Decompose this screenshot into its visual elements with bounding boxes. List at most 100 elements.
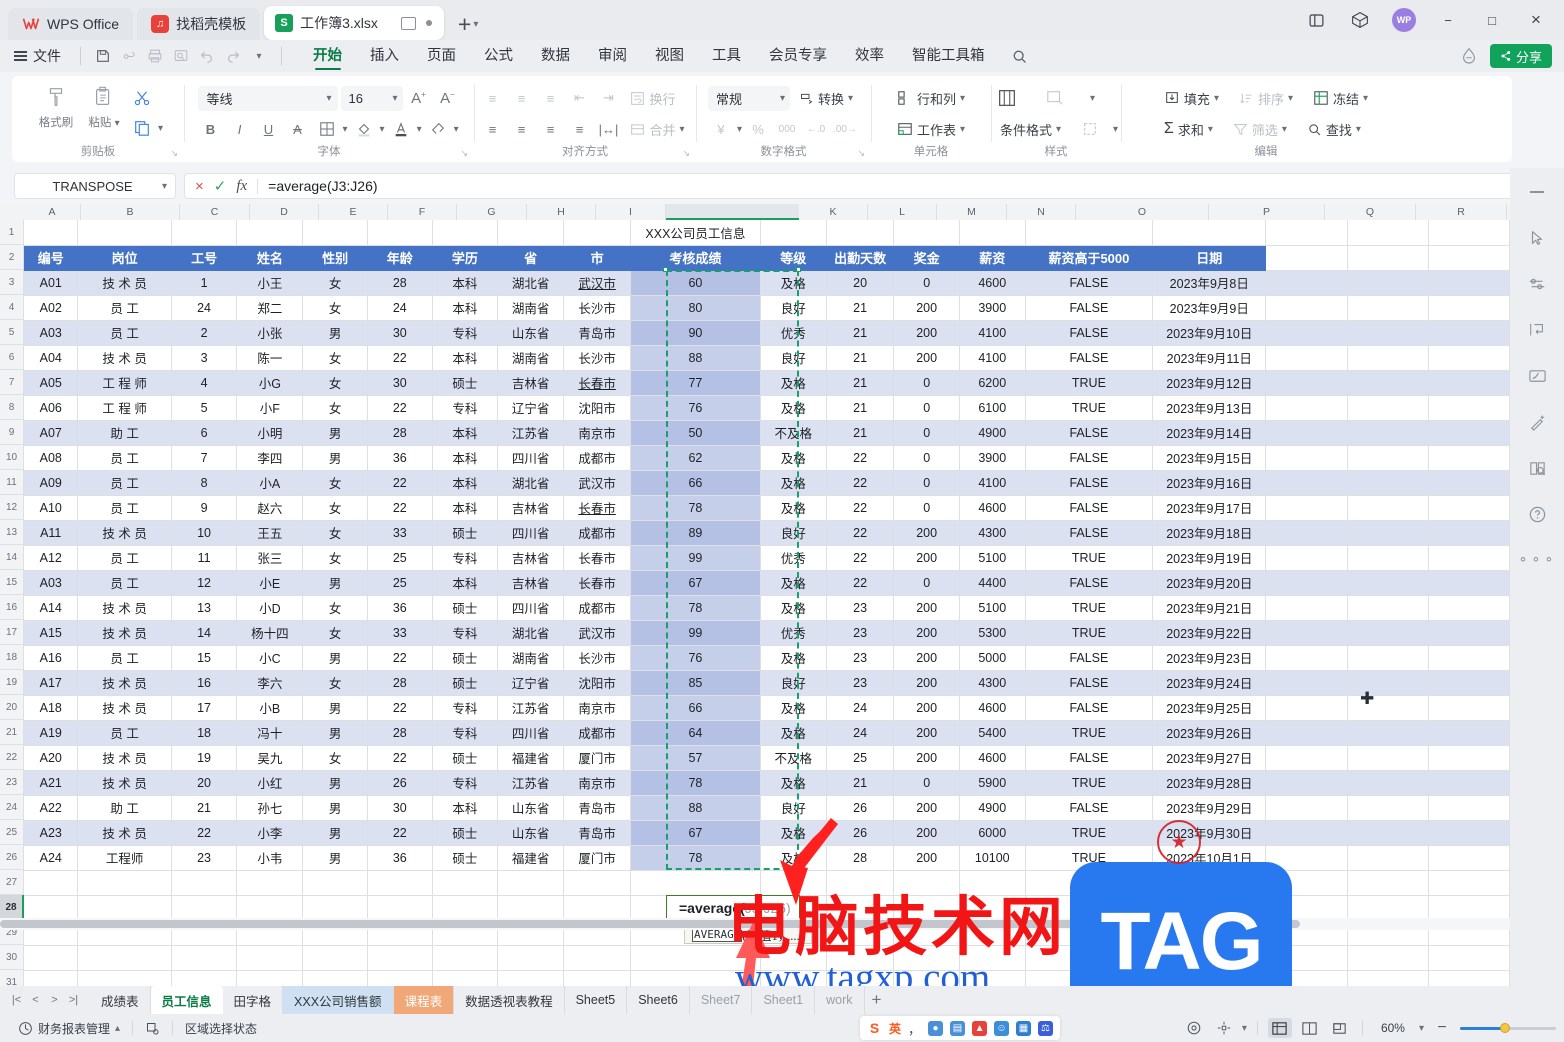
number-expand-icon[interactable]: ↘ <box>857 148 865 159</box>
cell-C24[interactable]: 21 <box>171 795 238 821</box>
cell-M6[interactable]: 200 <box>893 345 960 371</box>
cell-empty[interactable] <box>77 895 172 921</box>
cell-L14[interactable]: 22 <box>826 545 895 571</box>
tab-start[interactable]: 开始 <box>299 40 356 72</box>
cell-F26[interactable]: 36 <box>367 845 433 871</box>
row-header-9[interactable]: 9 <box>0 420 24 445</box>
cell-L21[interactable]: 24 <box>826 720 895 746</box>
percent-icon[interactable]: % <box>745 117 771 141</box>
cell-G6[interactable]: 本科 <box>432 345 499 371</box>
formula-input[interactable]: =average(J3:J26) <box>268 178 377 194</box>
cell-empty[interactable] <box>1428 945 1510 971</box>
cell-C23[interactable]: 20 <box>171 770 238 796</box>
cell-O21[interactable]: TRUE <box>1025 720 1154 746</box>
column-header-D[interactable]: D <box>250 204 319 220</box>
cell-D9[interactable]: 小明 <box>236 420 304 446</box>
column-title-N[interactable]: 薪资 <box>959 245 1026 271</box>
cell-L16[interactable]: 23 <box>826 595 895 621</box>
rows-columns-button[interactable]: 行和列 ▾ <box>891 86 971 111</box>
cell-G23[interactable]: 专科 <box>432 770 499 796</box>
cell-O16[interactable]: TRUE <box>1025 595 1154 621</box>
cell-M4[interactable]: 200 <box>893 295 960 321</box>
cell-G8[interactable]: 专科 <box>432 395 499 421</box>
cell-E4[interactable]: 女 <box>302 295 368 321</box>
cell-empty[interactable] <box>1428 245 1510 271</box>
cell-H9[interactable]: 江苏省 <box>497 420 565 446</box>
fill-color-icon[interactable] <box>351 117 377 141</box>
column-header-F[interactable]: F <box>388 204 457 220</box>
column-header-B[interactable]: B <box>81 204 180 220</box>
cell-O11[interactable]: FALSE <box>1025 470 1154 496</box>
cell-B7[interactable]: 工 程 师 <box>77 370 172 396</box>
selection-handle-top-left[interactable] <box>663 267 668 272</box>
cell-P5[interactable]: 2023年9月10日 <box>1152 320 1267 346</box>
cell-N7[interactable]: 6200 <box>959 370 1026 396</box>
cell-A23[interactable]: A21 <box>24 770 79 796</box>
row-header-15[interactable]: 15 <box>0 570 24 595</box>
cell-L9[interactable]: 21 <box>826 420 895 446</box>
zoom-slider[interactable] <box>1460 1023 1556 1033</box>
cell-H26[interactable]: 福建省 <box>497 845 565 871</box>
cell-H13[interactable]: 四川省 <box>497 520 565 546</box>
cell-E10[interactable]: 男 <box>302 445 368 471</box>
cell-C10[interactable]: 7 <box>171 445 238 471</box>
cell-A18[interactable]: A16 <box>24 645 79 671</box>
tab-insert[interactable]: 插入 <box>356 40 413 72</box>
cell-empty[interactable] <box>367 970 433 986</box>
cell-B24[interactable]: 助 工 <box>77 795 172 821</box>
cell-empty[interactable] <box>1347 720 1429 746</box>
cell-I9[interactable]: 南京市 <box>563 420 631 446</box>
minimize-button[interactable]: − <box>1426 2 1470 38</box>
cell-P18[interactable]: 2023年9月23日 <box>1152 645 1267 671</box>
close-button[interactable]: × <box>1514 2 1558 38</box>
cell-K21[interactable]: 及格 <box>760 720 827 746</box>
cell-N15[interactable]: 4400 <box>959 570 1026 596</box>
cell-J24[interactable]: 88 <box>630 795 761 821</box>
cell-empty[interactable] <box>826 220 895 246</box>
cell-L10[interactable]: 22 <box>826 445 895 471</box>
cell-E8[interactable]: 女 <box>302 395 368 421</box>
cell-J5[interactable]: 90 <box>630 320 761 346</box>
cell-N14[interactable]: 5100 <box>959 545 1026 571</box>
column-header-R[interactable]: R <box>1416 204 1507 220</box>
cell-O8[interactable]: TRUE <box>1025 395 1154 421</box>
layout-adjust-icon[interactable] <box>1212 1018 1236 1038</box>
cell-L20[interactable]: 24 <box>826 695 895 721</box>
cell-B14[interactable]: 员 工 <box>77 545 172 571</box>
cell-M10[interactable]: 0 <box>893 445 960 471</box>
avatar[interactable]: WP <box>1392 8 1416 32</box>
row-header-2[interactable]: 2 <box>0 245 24 270</box>
cell-N24[interactable]: 4900 <box>959 795 1026 821</box>
align-justify-icon[interactable]: ≡ <box>566 117 592 141</box>
add-sheet-button[interactable]: + <box>865 986 889 1014</box>
cell-D20[interactable]: 小B <box>236 695 304 721</box>
cell-P14[interactable]: 2023年9月19日 <box>1152 545 1267 571</box>
financial-report-manager-button[interactable]: 财务报表管理 ▴ <box>10 1020 128 1037</box>
cell-P24[interactable]: 2023年9月29日 <box>1152 795 1267 821</box>
cell-J21[interactable]: 64 <box>630 720 761 746</box>
cell-M12[interactable]: 0 <box>893 495 960 521</box>
column-header-C[interactable]: C <box>180 204 250 220</box>
cell-F18[interactable]: 22 <box>367 645 433 671</box>
cell-empty[interactable] <box>1428 895 1510 921</box>
cell-G24[interactable]: 本科 <box>432 795 499 821</box>
cell-F19[interactable]: 28 <box>367 670 433 696</box>
settings-sliders-icon[interactable] <box>1523 272 1551 296</box>
cell-empty[interactable] <box>1347 345 1429 371</box>
font-size-select[interactable]: 16 ▾ <box>340 85 403 111</box>
cell-empty[interactable] <box>236 870 304 896</box>
row-header-25[interactable]: 25 <box>0 820 24 845</box>
next-sheet-icon[interactable]: > <box>46 994 63 1006</box>
cell-G22[interactable]: 硕士 <box>432 745 499 771</box>
cell-G4[interactable]: 本科 <box>432 295 499 321</box>
align-center-icon[interactable]: ≡ <box>508 117 534 141</box>
ime-lang-label[interactable]: 英 <box>889 1020 901 1037</box>
cell-A11[interactable]: A09 <box>24 470 79 496</box>
cell-E16[interactable]: 女 <box>302 595 368 621</box>
cell-N16[interactable]: 5100 <box>959 595 1026 621</box>
cell-empty[interactable] <box>1347 845 1429 871</box>
cell-E3[interactable]: 女 <box>302 270 368 296</box>
cell-empty[interactable] <box>1347 545 1429 571</box>
cell-empty[interactable] <box>1428 370 1510 396</box>
cell-L11[interactable]: 22 <box>826 470 895 496</box>
